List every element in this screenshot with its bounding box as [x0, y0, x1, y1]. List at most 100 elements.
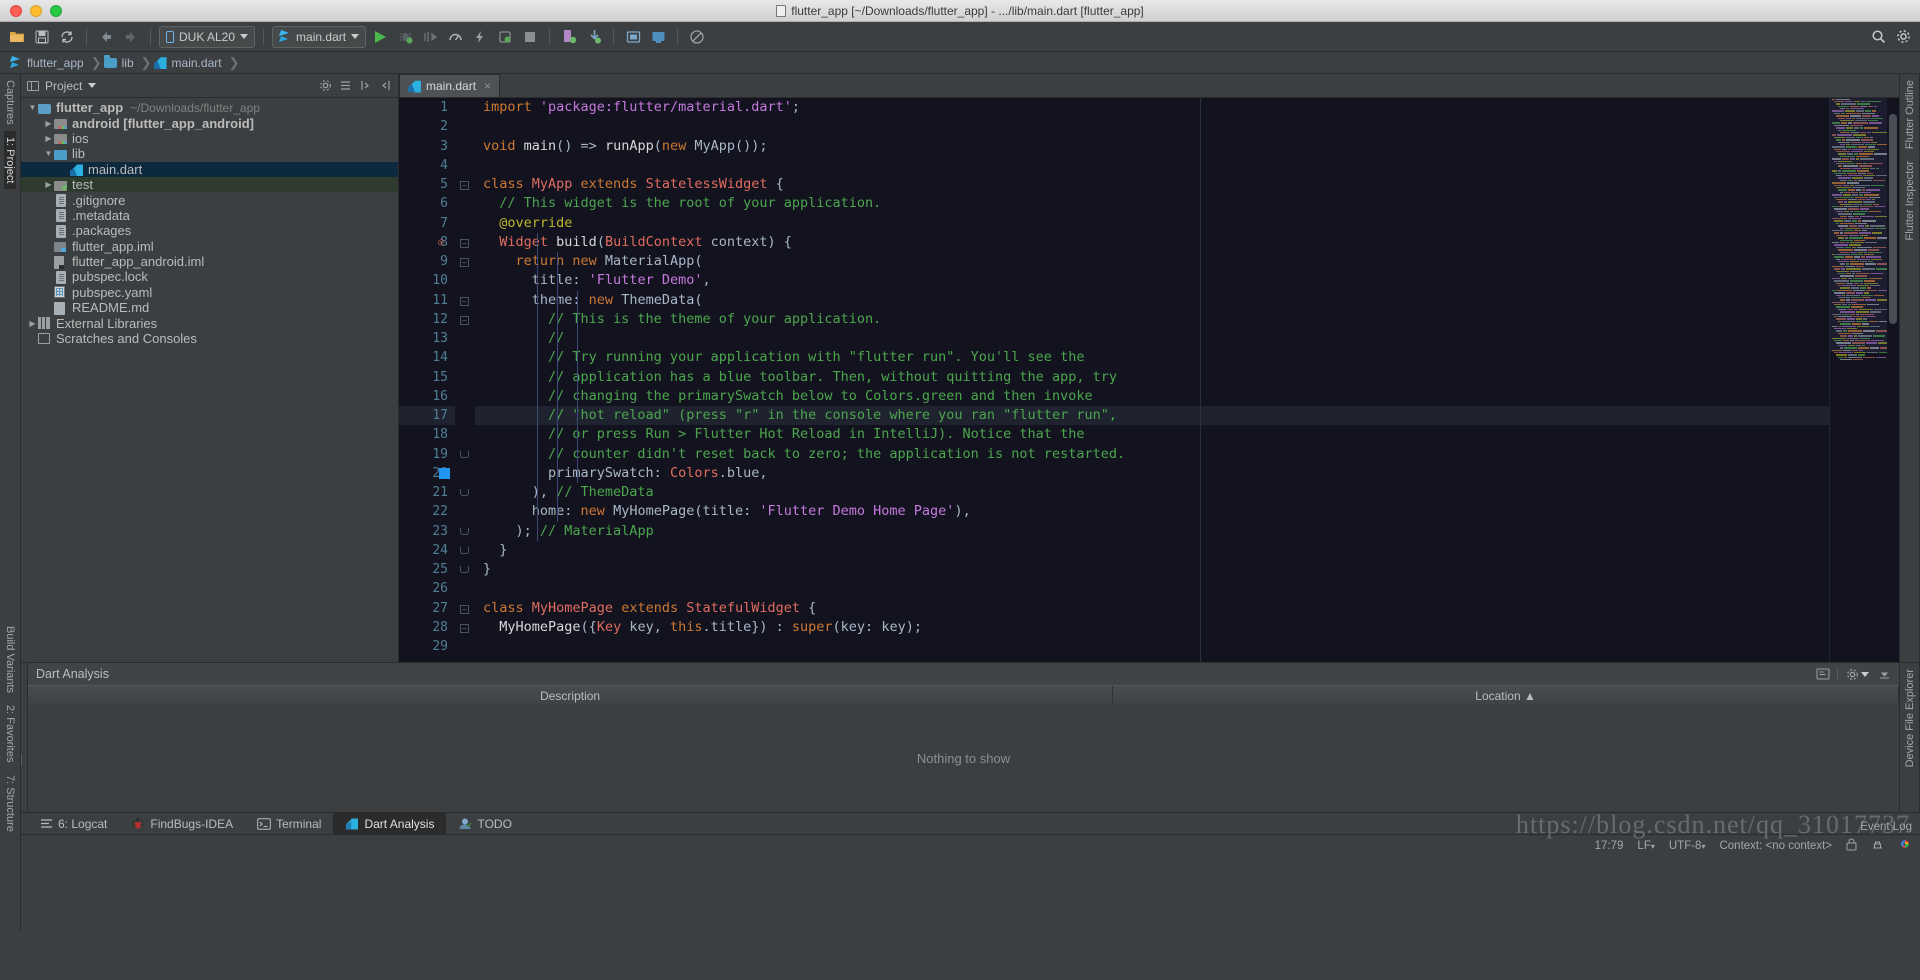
save-icon[interactable] — [31, 26, 53, 48]
tree-item-packages[interactable]: .packages — [21, 223, 398, 238]
code-line[interactable]: @override — [475, 214, 1829, 233]
tree-item-flutter-app[interactable]: ▼ flutter_app ~/Downloads/flutter_app — [21, 100, 398, 115]
tool-tab-todo[interactable]: TODO — [446, 813, 523, 835]
code-line[interactable]: // application has a blue toolbar. Then,… — [475, 368, 1829, 387]
chevron-down-icon[interactable]: ▼ — [43, 149, 54, 158]
code-line[interactable]: class MyHomePage extends StatefulWidget … — [475, 599, 1829, 618]
hide-panel-icon[interactable] — [378, 79, 392, 93]
sync-icon[interactable] — [56, 26, 78, 48]
fold-marker-icon[interactable] — [460, 450, 469, 458]
minimize-window-button[interactable] — [30, 4, 42, 17]
sidebar-item-captures[interactable]: Captures — [4, 74, 16, 131]
fold-marker-icon[interactable] — [460, 546, 469, 554]
code-line[interactable]: class MyApp extends StatelessWidget { — [475, 175, 1829, 194]
forward-icon[interactable] — [120, 26, 142, 48]
fold-marker-icon[interactable] — [460, 489, 469, 496]
code-line[interactable] — [475, 637, 1829, 656]
code-line[interactable]: title: 'Flutter Demo', — [475, 271, 1829, 290]
project-tree[interactable]: ▼ flutter_app ~/Downloads/flutter_app ▶ andr… — [21, 98, 398, 662]
tree-item-readme-md[interactable]: README.md — [21, 300, 398, 315]
tool-tab-dart-analysis[interactable]: Dart Analysis — [333, 812, 447, 835]
code-line[interactable]: } — [475, 541, 1829, 560]
fold-marker-icon[interactable]: – — [460, 181, 469, 190]
code-line[interactable]: } — [475, 560, 1829, 579]
sidebar-item-2-favorites[interactable]: 2: Favorites — [4, 699, 16, 768]
event-log-button[interactable]: Event Log — [1860, 821, 1912, 833]
close-tab-icon[interactable]: × — [484, 79, 491, 93]
code-line[interactable]: // changing the primarySwatch below to C… — [475, 387, 1829, 406]
code-folding-gutter[interactable]: – – – – – – – — [455, 98, 475, 662]
sdk-manager-icon[interactable] — [583, 26, 605, 48]
fold-marker-icon[interactable] — [460, 566, 469, 573]
run-coverage-icon[interactable] — [419, 26, 441, 48]
code-line[interactable] — [475, 579, 1829, 598]
column-header-description[interactable]: Description — [28, 686, 1114, 705]
open-folder-icon[interactable] — [6, 26, 28, 48]
hot-reload-icon[interactable] — [469, 26, 491, 48]
hide-panel-icon[interactable] — [1877, 667, 1891, 681]
code-line[interactable]: primarySwatch: Colors.blue, — [475, 464, 1829, 483]
attach-debugger-icon[interactable] — [494, 26, 516, 48]
column-header-location[interactable]: Location ▲ — [1113, 686, 1899, 705]
code-line[interactable]: ), // ThemeData — [475, 483, 1829, 502]
context-indicator[interactable]: Context: <no context> — [1719, 840, 1832, 852]
encoding[interactable]: UTF-8▾ — [1669, 840, 1706, 852]
sidebar-item-7-structure[interactable]: 7: Structure — [4, 769, 16, 838]
hector-inspection-icon[interactable] — [1871, 838, 1884, 854]
google-icon[interactable] — [1898, 837, 1912, 854]
window-controls[interactable] — [0, 4, 62, 17]
tree-item-gitignore[interactable]: .gitignore — [21, 192, 398, 208]
device-selector[interactable]: DUK AL20 — [159, 25, 256, 48]
line-separator[interactable]: LF▾ — [1637, 840, 1654, 852]
code-line[interactable] — [475, 117, 1829, 136]
console-icon[interactable] — [1816, 667, 1830, 681]
debug-button[interactable] — [394, 26, 416, 48]
settings-gear-icon[interactable] — [1845, 667, 1859, 681]
stop-icon[interactable] — [519, 26, 541, 48]
code-line[interactable]: // Try running your application with "fl… — [475, 348, 1829, 367]
fold-marker-icon[interactable]: – — [460, 604, 469, 614]
tree-item-pubspec-yaml[interactable]: pubspec.yaml — [21, 285, 398, 300]
scrollbar-thumb[interactable] — [1889, 114, 1897, 324]
code-line[interactable]: // counter didn't reset back to zero; th… — [475, 445, 1829, 464]
tool-tab-6-logcat[interactable]: 6: Logcat — [28, 813, 119, 835]
code-minimap[interactable] — [1829, 98, 1887, 662]
chevron-down-icon[interactable] — [88, 83, 97, 88]
code-line[interactable]: ); // MaterialApp — [475, 522, 1829, 541]
tree-item-scratches-and-consoles[interactable]: Scratches and Consoles — [21, 331, 398, 346]
code-line[interactable]: void main() => runApp(new MyApp()); — [475, 137, 1829, 156]
fold-marker-icon[interactable]: – — [460, 296, 469, 306]
editor-scrollbar[interactable] — [1887, 98, 1899, 662]
run-button[interactable] — [369, 26, 391, 48]
tree-item-flutter-app-iml[interactable]: flutter_app.iml — [21, 239, 398, 254]
collapse-all-icon[interactable] — [338, 79, 352, 93]
code-editor[interactable]: 1234567891011121314151617181920212223242… — [399, 98, 1899, 662]
code-line[interactable]: Widget build(BuildContext context) { — [475, 233, 1829, 252]
back-icon[interactable] — [95, 26, 117, 48]
chevron-down-icon[interactable] — [1861, 671, 1869, 677]
code-line[interactable] — [475, 156, 1829, 175]
fold-marker-icon[interactable]: – — [460, 315, 469, 325]
device-monitor-icon[interactable] — [647, 26, 669, 48]
lock-icon[interactable] — [1846, 838, 1857, 854]
expand-icon[interactable] — [358, 79, 372, 93]
fold-marker-icon[interactable]: – — [460, 258, 469, 267]
sidebar-item-flutter-inspector[interactable]: Flutter Inspector — [1904, 155, 1916, 246]
sidebar-item-device-file-explorer[interactable]: Device File Explorer — [1904, 663, 1916, 773]
code-line[interactable]: import 'package:flutter/material.dart'; — [475, 98, 1829, 117]
avd-manager-icon[interactable] — [558, 26, 580, 48]
breadcrumb-item-file[interactable]: main.dart — [152, 56, 229, 70]
fold-marker-icon[interactable]: – — [460, 623, 469, 633]
tree-item-ios[interactable]: ▶ ios — [21, 131, 398, 146]
settings-gear-icon[interactable] — [318, 79, 332, 93]
override-method-gutter-icon[interactable]: ◎ — [438, 237, 444, 248]
breadcrumb-item-lib[interactable]: lib — [102, 54, 141, 70]
fold-marker-icon[interactable]: – — [460, 238, 469, 248]
tree-item-test[interactable]: ▶ test — [21, 176, 398, 193]
tree-item-metadata[interactable]: .metadata — [21, 208, 398, 223]
tool-tab-findbugs-idea[interactable]: FindBugs-IDEA — [119, 813, 245, 835]
run-configuration-selector[interactable]: main.dart — [272, 25, 367, 48]
search-everywhere-icon[interactable] — [1867, 26, 1889, 48]
color-swatch-gutter-icon[interactable] — [439, 467, 450, 479]
code-line[interactable]: // — [475, 329, 1829, 348]
